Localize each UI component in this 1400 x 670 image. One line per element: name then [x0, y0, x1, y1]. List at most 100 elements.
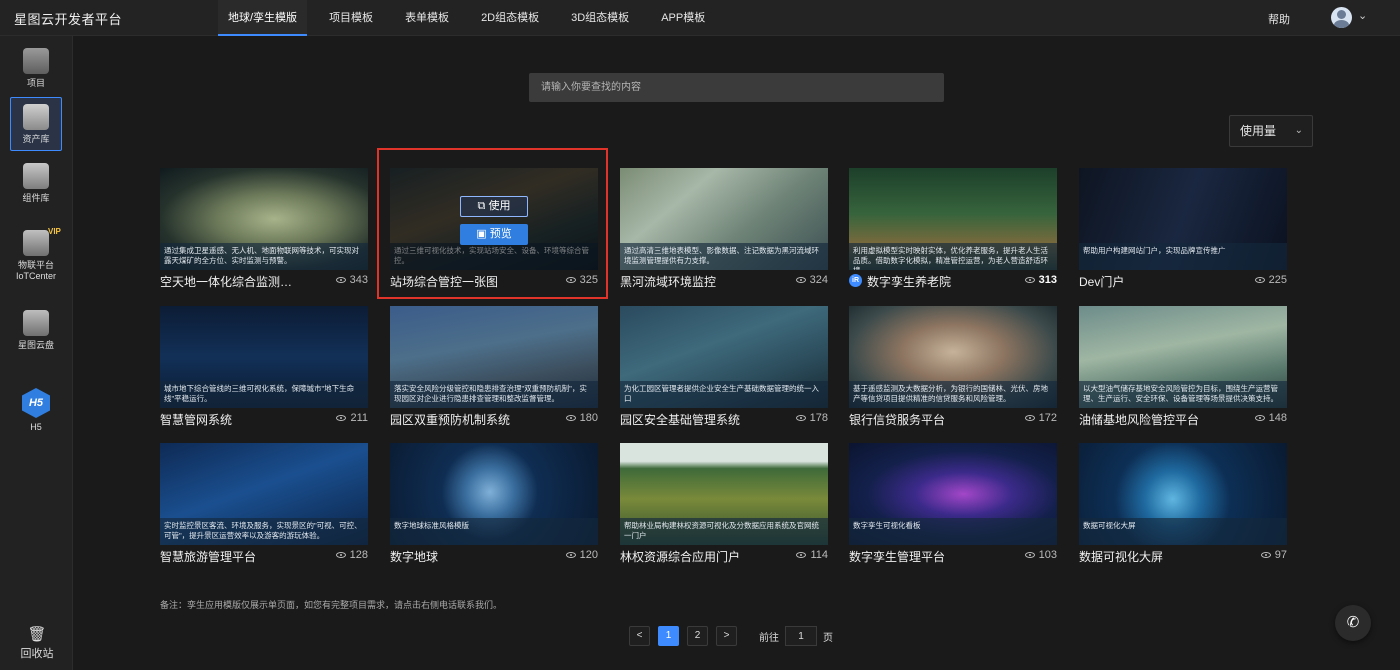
tab-form[interactable]: 表单模板 — [395, 0, 459, 36]
template-thumbnail[interactable]: 落实安全风险分级管控和隐患排查治理"双重预防机制"，实现园区对企业进行隐患排查管… — [390, 306, 598, 408]
template-title[interactable]: 园区安全基础管理系统 — [620, 411, 770, 428]
search-input[interactable] — [529, 73, 944, 102]
view-count-value: 128 — [349, 549, 368, 561]
page-1-button[interactable]: 1 — [658, 626, 679, 646]
pagination: < 1 2 > 前往 页 — [629, 626, 833, 646]
template-title[interactable]: 黑河流域环境监控 — [620, 273, 770, 290]
eye-icon — [795, 415, 806, 421]
top-bar: 星图云开发者平台 地球/孪生模版 项目模板 表单模板 2D组态模板 3D组态模板… — [0, 0, 1400, 36]
template-title[interactable]: 数字孪生管理平台 — [849, 548, 999, 565]
template-card[interactable]: 数字孪生可视化看板数字孪生管理平台 103 — [849, 443, 1057, 571]
template-card[interactable]: 以大型油气储存基地安全风险管控为目标，围绕生产运营管理、生产运行、安全环保、设备… — [1079, 306, 1287, 434]
sidebar-item-components[interactable]: 组件库 — [10, 163, 62, 204]
view-count-value: 225 — [1268, 274, 1287, 286]
sidebar-item-project[interactable]: 项目 — [10, 48, 62, 89]
tab-earth-twin[interactable]: 地球/孪生模版 — [218, 0, 308, 36]
template-description: 为化工园区管理者提供企业安全生产基础数据管理的统一入口 — [620, 381, 828, 408]
eye-icon — [336, 415, 347, 421]
template-thumbnail[interactable]: 以大型油气储存基地安全风险管控为目标，围绕生产运营管理、生产运行、安全环保、设备… — [1079, 306, 1287, 408]
template-card[interactable]: 城市地下综合管线的三维可视化系统，保障城市"地下生命线"平稳运行。 智慧管网系统 2… — [160, 306, 368, 434]
eye-icon — [1024, 552, 1035, 558]
view-count-value: 324 — [809, 274, 828, 286]
template-thumbnail[interactable]: 实时监控景区客流、环境及服务，实现景区的"可视、可控、可管"，提升景区运营效率以… — [160, 443, 368, 545]
tab-app[interactable]: APP模板 — [651, 0, 715, 36]
template-title[interactable]: Dev门户 — [1079, 273, 1229, 290]
template-description: 帮助林业局构建林权资源可视化及分数据应用系统及官网统一门户 — [620, 518, 828, 545]
template-card[interactable]: 实时监控景区客流、环境及服务，实现景区的"可视、可控、可管"，提升景区运营效率以… — [160, 443, 368, 571]
template-card[interactable]: 帮助用户构建网站门户，实现品牌宣传推广 Dev门户 225 — [1079, 168, 1287, 296]
template-thumbnail[interactable]: 数据可视化大屏 — [1079, 443, 1287, 545]
view-count: 148 — [1254, 412, 1287, 424]
sidebar-item-iot[interactable]: VIP 物联平台 IoTCenter — [10, 227, 62, 282]
sidebar-item-assets[interactable]: 资产库 — [10, 97, 62, 151]
selection-highlight — [377, 148, 608, 299]
template-card[interactable]: 通过高清三维地表模型、影像数据、注记数据为黑河流域环境监测管理提供有力支撑。黑河… — [620, 168, 828, 296]
view-count: 172 — [1024, 412, 1057, 424]
template-card[interactable]: 基于遥感监测及大数据分析，为银行的国储林、光伏、房地产等信贷项目提供精准的信贷服… — [849, 306, 1057, 434]
avatar[interactable] — [1331, 7, 1352, 28]
goto-label: 前往 — [759, 632, 779, 644]
template-description: 数字地球标准风格模版 — [390, 518, 598, 545]
view-count: 97 — [1260, 549, 1287, 561]
view-count: 313 — [1024, 274, 1057, 286]
template-thumbnail[interactable]: 数字地球标准风格模版 — [390, 443, 598, 545]
phone-contact-button[interactable]: ✆ — [1335, 605, 1371, 641]
template-title[interactable]: 数字地球 — [390, 548, 540, 565]
sort-select[interactable]: 使用量 ⌄ — [1229, 115, 1313, 147]
template-thumbnail[interactable]: 帮助林业局构建林权资源可视化及分数据应用系统及官网统一门户 — [620, 443, 828, 545]
chevron-down-icon[interactable]: ⌄ — [1358, 9, 1367, 22]
template-card[interactable]: 数据可视化大屏 数据可视化大屏 97 — [1079, 443, 1287, 571]
template-title[interactable]: 林权资源综合应用门户 — [620, 548, 770, 565]
template-thumbnail[interactable]: 通过集成卫星遥感、无人机、地面物联网等技术，可实现对露天煤矿的全方位、实时监测与… — [160, 168, 368, 270]
prev-page-button[interactable]: < — [629, 626, 650, 646]
template-description: 城市地下综合管线的三维可视化系统，保障城市"地下生命线"平稳运行。 — [160, 381, 368, 408]
template-card[interactable]: 帮助林业局构建林权资源可视化及分数据应用系统及官网统一门户 林权资源综合应用门户 1… — [620, 443, 828, 571]
template-thumbnail[interactable]: 通过高清三维地表模型、影像数据、注记数据为黑河流域环境监测管理提供有力支撑。 — [620, 168, 828, 270]
tab-3d[interactable]: 3D组态模板 — [561, 0, 639, 36]
template-thumbnail[interactable]: 城市地下综合管线的三维可视化系统，保障城市"地下生命线"平稳运行。 — [160, 306, 368, 408]
eye-icon — [1024, 415, 1035, 421]
template-title[interactable]: 油储基地风险管控平台 — [1079, 411, 1229, 428]
tab-2d[interactable]: 2D组态模板 — [471, 0, 549, 36]
template-card[interactable]: 落实安全风险分级管控和隐患排查治理"双重预防机制"，实现园区对企业进行隐患排查管… — [390, 306, 598, 434]
sidebar-item-label: 星图云盘 — [17, 340, 54, 350]
view-count-value: 120 — [579, 549, 598, 561]
template-title[interactable]: 数据可视化大屏 — [1079, 548, 1229, 565]
template-title[interactable]: 园区双重预防机制系统 — [390, 411, 540, 428]
template-thumbnail[interactable]: 帮助用户构建网站门户，实现品牌宣传推广 — [1079, 168, 1287, 270]
tab-project[interactable]: 项目模板 — [319, 0, 383, 36]
view-count-value: 343 — [349, 274, 368, 286]
template-title[interactable]: 数字孪生养老院 — [867, 273, 1017, 290]
view-count-value: 178 — [809, 412, 828, 424]
recycle-bin[interactable]: 🗑 回收站 — [17, 625, 57, 661]
next-page-button[interactable]: > — [716, 626, 737, 646]
view-count: 225 — [1254, 274, 1287, 286]
template-card[interactable]: 通过集成卫星遥感、无人机、地面物联网等技术，可实现对露天煤矿的全方位、实时监测与… — [160, 168, 368, 296]
eye-icon — [1024, 277, 1035, 283]
template-thumbnail[interactable]: 基于遥感监测及大数据分析，为银行的国储林、光伏、房地产等信贷项目提供精准的信贷服… — [849, 306, 1057, 408]
template-title[interactable]: 空天地一体化综合监测… — [160, 273, 310, 290]
template-title[interactable]: 智慧管网系统 — [160, 411, 310, 428]
iot-icon — [23, 230, 49, 256]
template-thumbnail[interactable]: 数字孪生可视化看板 — [849, 443, 1057, 545]
sidebar-item-cloud-disk[interactable]: 星图云盘 — [10, 310, 62, 351]
view-count: 180 — [565, 412, 598, 424]
template-title[interactable]: 银行信贷服务平台 — [849, 411, 999, 428]
template-card[interactable]: 数字地球标准风格模版数字地球 120 — [390, 443, 598, 571]
eye-icon — [795, 277, 806, 283]
goto-page-input[interactable] — [785, 626, 817, 646]
sidebar-item-h5[interactable]: H5 H5 — [10, 388, 62, 433]
view-count-value: 172 — [1038, 412, 1057, 424]
view-count-value: 103 — [1038, 549, 1057, 561]
template-title[interactable]: 智慧旅游管理平台 — [160, 548, 310, 565]
footnote: 备注：孪生应用模版仅展示单页面，如您有完整项目需求，请点击右侧电话联系我们。 — [160, 600, 503, 610]
page-2-button[interactable]: 2 — [687, 626, 708, 646]
template-description: 以大型油气储存基地安全风险管控为目标，围绕生产运营管理、生产运行、安全环保、设备… — [1079, 381, 1287, 408]
template-card[interactable]: 利用虚拟模型实时映射实体，优化养老服务，提升老人生活品质。借助数字化模拟，精准管… — [849, 168, 1057, 296]
help-link[interactable]: 帮助 — [1268, 11, 1290, 27]
template-thumbnail[interactable]: 利用虚拟模型实时映射实体，优化养老服务，提升老人生活品质。借助数字化模拟，精准管… — [849, 168, 1057, 270]
template-thumbnail[interactable]: 为化工园区管理者提供企业安全生产基础数据管理的统一入口 — [620, 306, 828, 408]
sidebar-item-label: 资产库 — [22, 134, 50, 144]
component-icon — [23, 163, 49, 189]
template-card[interactable]: 为化工园区管理者提供企业安全生产基础数据管理的统一入口园区安全基础管理系统 178 — [620, 306, 828, 434]
